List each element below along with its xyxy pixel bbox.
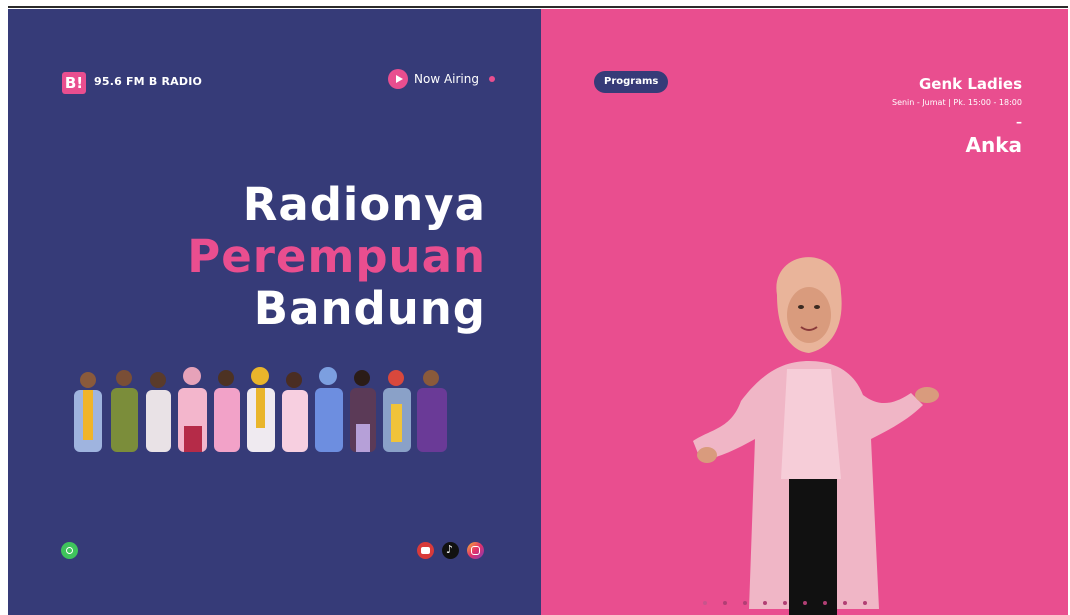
carousel-dot[interactable] [803, 601, 807, 605]
tiktok-icon[interactable] [442, 542, 459, 559]
carousel-dot[interactable] [843, 601, 847, 605]
person-8 [315, 367, 343, 452]
carousel-dot[interactable] [763, 601, 767, 605]
person-2 [111, 370, 138, 452]
hero-headline: Radionya Perempuan Bandung [187, 179, 486, 335]
carousel-dot[interactable] [823, 601, 827, 605]
play-icon[interactable] [388, 69, 408, 89]
instagram-icon[interactable] [467, 542, 484, 559]
person-9 [350, 370, 376, 452]
carousel-dots [703, 601, 867, 605]
station-logo[interactable]: B! [62, 72, 86, 94]
person-4 [178, 367, 207, 452]
carousel-dot[interactable] [863, 601, 867, 605]
person-11 [417, 370, 447, 452]
carousel-dot[interactable] [703, 601, 707, 605]
headline-line-3: Bandung [253, 282, 486, 335]
person-5 [214, 370, 240, 452]
headline-line-1: Radionya [242, 178, 486, 231]
live-indicator-icon [488, 76, 495, 82]
top-border [8, 6, 1068, 8]
whatsapp-icon[interactable] [61, 542, 78, 559]
now-airing-button[interactable]: Now Airing [388, 69, 495, 89]
person-3 [146, 372, 171, 452]
host-photo [693, 257, 939, 615]
program-panel: Programs Genk Ladies Senin - Jumat | Pk.… [541, 9, 1068, 615]
youtube-icon[interactable] [417, 542, 434, 559]
announcers-group-photo [74, 367, 447, 452]
station-brand: 95.6 FM B RADIO [94, 75, 203, 88]
person-7 [282, 372, 308, 452]
now-airing-label: Now Airing [414, 72, 479, 86]
carousel-dot[interactable] [723, 601, 727, 605]
carousel-dot[interactable] [783, 601, 787, 605]
carousel-dot[interactable] [743, 601, 747, 605]
person-1 [74, 372, 102, 452]
person-10 [383, 370, 411, 452]
person-6 [247, 367, 275, 452]
headline-line-2: Perempuan [187, 230, 486, 283]
hero-panel: B! 95.6 FM B RADIO Now Airing Radionya P… [8, 9, 541, 615]
